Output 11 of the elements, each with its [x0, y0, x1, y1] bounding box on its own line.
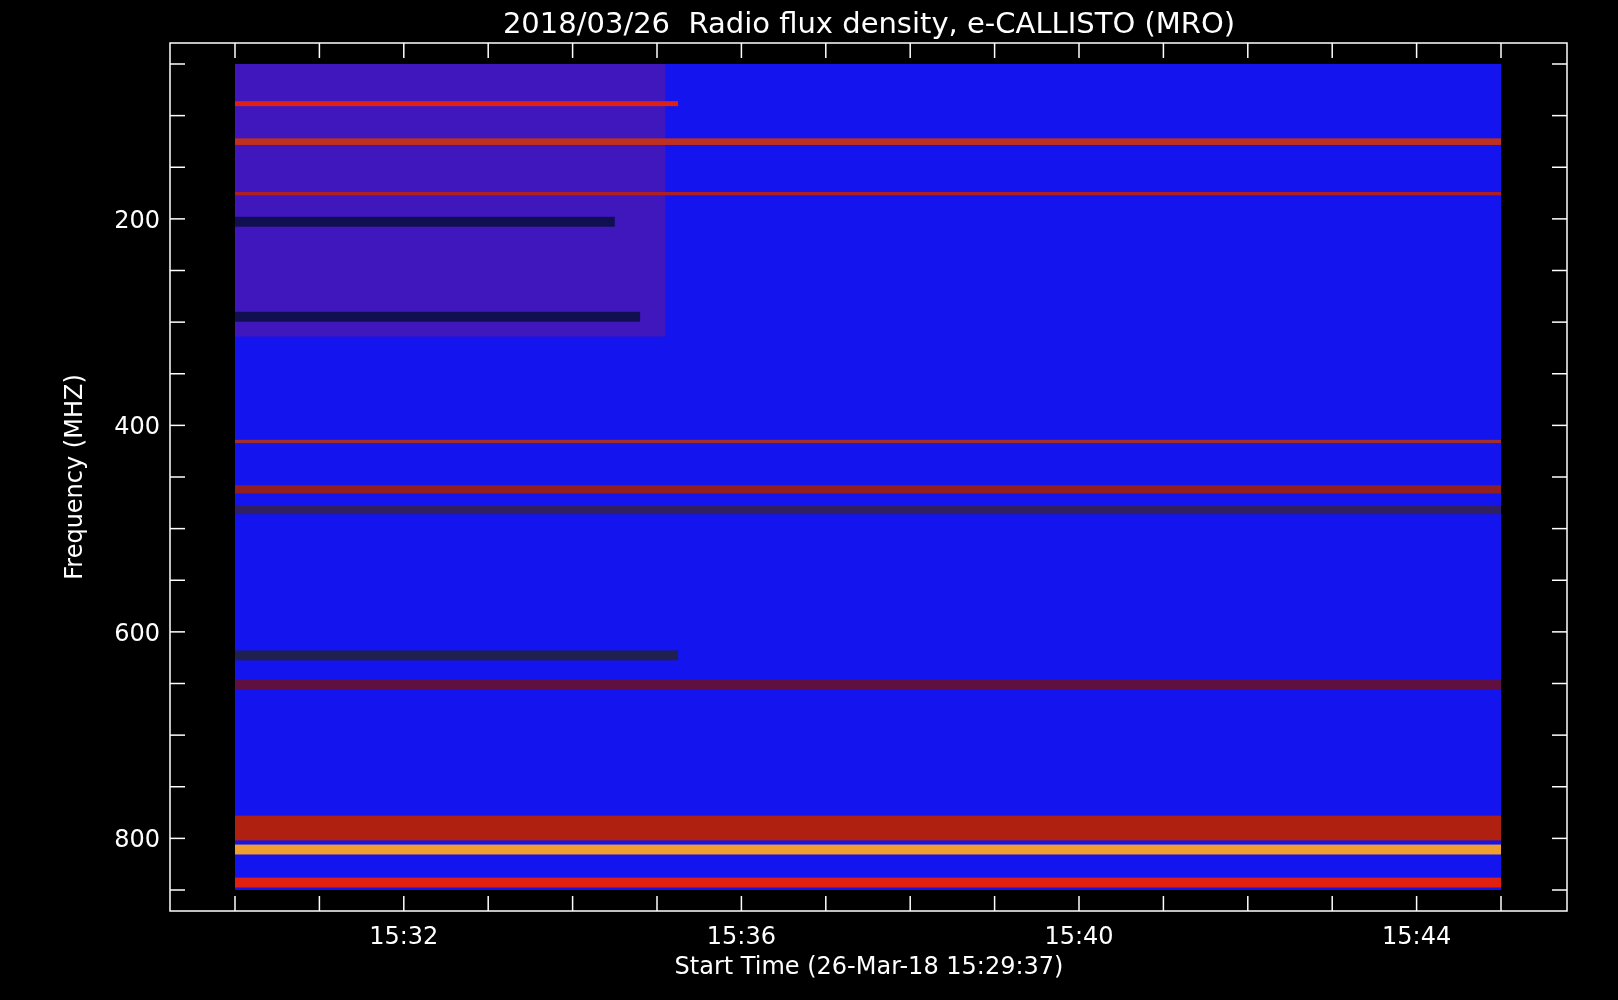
y-tick-label: 600: [114, 618, 160, 647]
y-axis-label: Frequency (MHZ): [60, 374, 88, 580]
chart-title: 2018/03/26 Radio flux density, e-CALLISTO (MRO): [502, 6, 1236, 40]
x-tick-label: 15:36: [706, 922, 776, 950]
x-tick-label: 15:32: [369, 922, 439, 950]
x-tick-label: 15:40: [1044, 922, 1114, 950]
x-tick-label: 15:44: [1382, 922, 1452, 950]
y-tick-label: 800: [114, 825, 160, 854]
y-tick-label: 400: [114, 412, 160, 441]
y-tick-label: 200: [114, 205, 160, 234]
x-axis-label: Start Time (26-Mar-18 15:29:37): [674, 952, 1064, 980]
